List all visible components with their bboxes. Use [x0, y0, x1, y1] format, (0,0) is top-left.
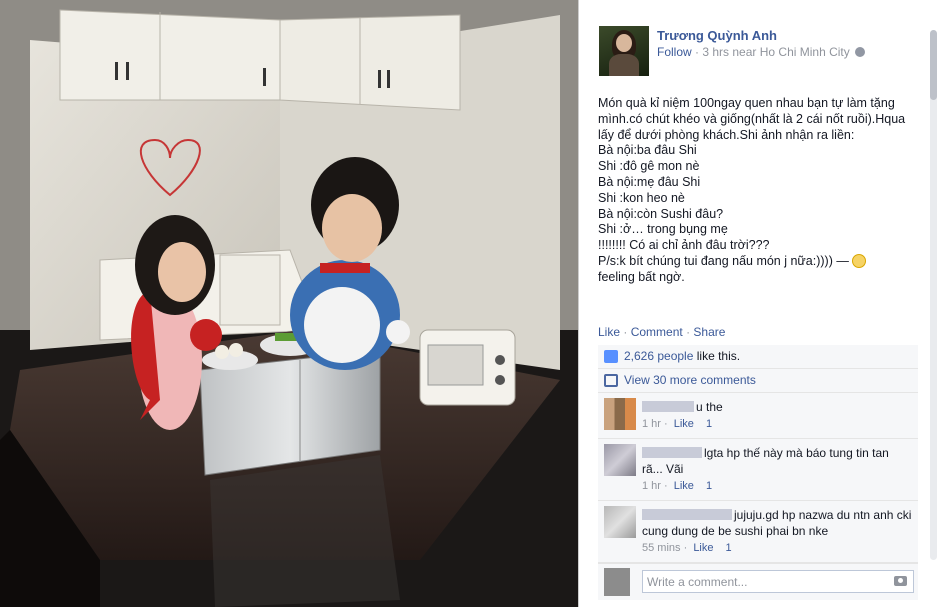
post-line: Shi :kon heo nè — [598, 190, 685, 205]
comment-bubble-icon — [604, 374, 618, 387]
post-line: !!!!!!!! Có ai chỉ ảnh đâu trời??? — [598, 238, 770, 253]
follow-link[interactable]: Follow — [657, 45, 692, 59]
post-line: Bà nội:ba đâu Shi — [598, 143, 697, 158]
thumbs-up-icon — [604, 350, 618, 363]
comment-text: u the — [696, 400, 723, 414]
post-meta: Follow · 3 hrs near Ho Chi Minh City — [657, 45, 866, 59]
commenter-avatar[interactable] — [604, 506, 636, 538]
view-more-row: View 30 more comments — [598, 369, 918, 393]
smiley-icon — [852, 253, 867, 268]
share-action[interactable]: Share — [693, 325, 725, 339]
comment-item: jujuju.gd hp nazwa du ntn anh cki cung d… — [598, 501, 918, 563]
commenter-avatar[interactable] — [604, 444, 636, 476]
comment-meta: 1 hr · Like 1 — [642, 480, 713, 492]
comment-meta: 1 hr · Like 1 — [642, 418, 713, 430]
comment-time[interactable]: 1 hr — [642, 418, 661, 430]
author-name[interactable]: Trương Quỳnh Anh — [657, 28, 777, 43]
post-photo[interactable] — [0, 0, 578, 607]
comment-body: jujuju.gd hp nazwa du ntn anh cki cung d… — [642, 507, 912, 539]
comment-body: lgta hp thế này mà báo tung tin tan rã..… — [642, 445, 912, 477]
viewer-avatar — [604, 568, 630, 596]
scrollbar[interactable] — [930, 30, 937, 560]
comment-like-count[interactable]: 1 — [726, 542, 732, 554]
post-header: Trương Quỳnh Anh Follow · 3 hrs near Ho … — [599, 26, 919, 76]
post-line: Món quà kỉ niệm 100ngay quen nhau bạn tự… — [598, 96, 895, 110]
view-more-comments-link[interactable]: View 30 more comments — [624, 373, 756, 387]
post-sidebar: Trương Quỳnh Anh Follow · 3 hrs near Ho … — [578, 0, 939, 607]
likes-count[interactable]: 2,626 people — [624, 349, 693, 363]
comment-meta: 55 mins · Like 1 — [642, 542, 732, 554]
likes-summary: 2,626 people like this. — [598, 345, 918, 369]
comment-composer — [598, 563, 918, 600]
post-line-text: P/s:k bít chúng tui đang nấu món j nữa:)… — [598, 253, 849, 268]
comment-like-count[interactable]: 1 — [706, 418, 712, 430]
post-line: Shi :ở… trong bụng mẹ — [598, 222, 728, 237]
feeling-text: feeling bất ngờ. — [598, 269, 685, 284]
commenter-name-redacted[interactable] — [642, 509, 732, 520]
post-line: P/s:k bít chúng tui đang nấu món j nữa:)… — [598, 253, 918, 270]
comment-body: u the — [642, 399, 912, 415]
comment-like-button[interactable]: Like — [674, 418, 694, 430]
action-separator: · — [623, 325, 628, 339]
author-avatar[interactable] — [599, 26, 649, 76]
commenter-name-redacted[interactable] — [642, 447, 702, 458]
post-actions: Like · Comment · Share — [598, 325, 725, 339]
comment-item: u the 1 hr · Like 1 — [598, 393, 918, 439]
post-timestamp[interactable]: 3 hrs near Ho Chi Minh City — [702, 45, 849, 59]
comment-time[interactable]: 55 mins — [642, 542, 681, 554]
comment-like-button[interactable]: Like — [693, 542, 713, 554]
feedback-area: 2,626 people like this. View 30 more com… — [598, 345, 918, 587]
comment-time[interactable]: 1 hr — [642, 480, 661, 492]
comment-like-count[interactable]: 1 — [706, 480, 712, 492]
camera-icon[interactable] — [894, 576, 907, 586]
comment-item: lgta hp thế này mà báo tung tin tan rã..… — [598, 439, 918, 501]
post-line: Shi :đô gê mon nè — [598, 159, 700, 174]
meta-separator: · — [695, 45, 700, 59]
action-separator: · — [686, 325, 691, 339]
post-body: Món quà kỉ niệm 100ngay quen nhau bạn tự… — [598, 96, 918, 286]
comment-input[interactable] — [642, 570, 914, 593]
scrollbar-thumb[interactable] — [930, 30, 937, 100]
globe-icon[interactable] — [855, 47, 866, 57]
post-line: mình.có chút khéo và giống(nhất là 2 cái… — [598, 111, 906, 126]
comment-action[interactable]: Comment — [631, 325, 683, 339]
commenter-avatar[interactable] — [604, 398, 636, 430]
post-line: lấy để dưới phòng khách.Shi ảnh nhận ra … — [598, 127, 855, 142]
commenter-name-redacted[interactable] — [642, 401, 694, 412]
photo-illustration — [0, 0, 578, 607]
likes-suffix: like this. — [693, 349, 741, 363]
like-action[interactable]: Like — [598, 325, 620, 339]
post-line: Bà nội:mẹ đâu Shi — [598, 174, 701, 189]
post-line: Bà nội:còn Sushi đâu? — [598, 206, 724, 221]
comment-like-button[interactable]: Like — [674, 480, 694, 492]
